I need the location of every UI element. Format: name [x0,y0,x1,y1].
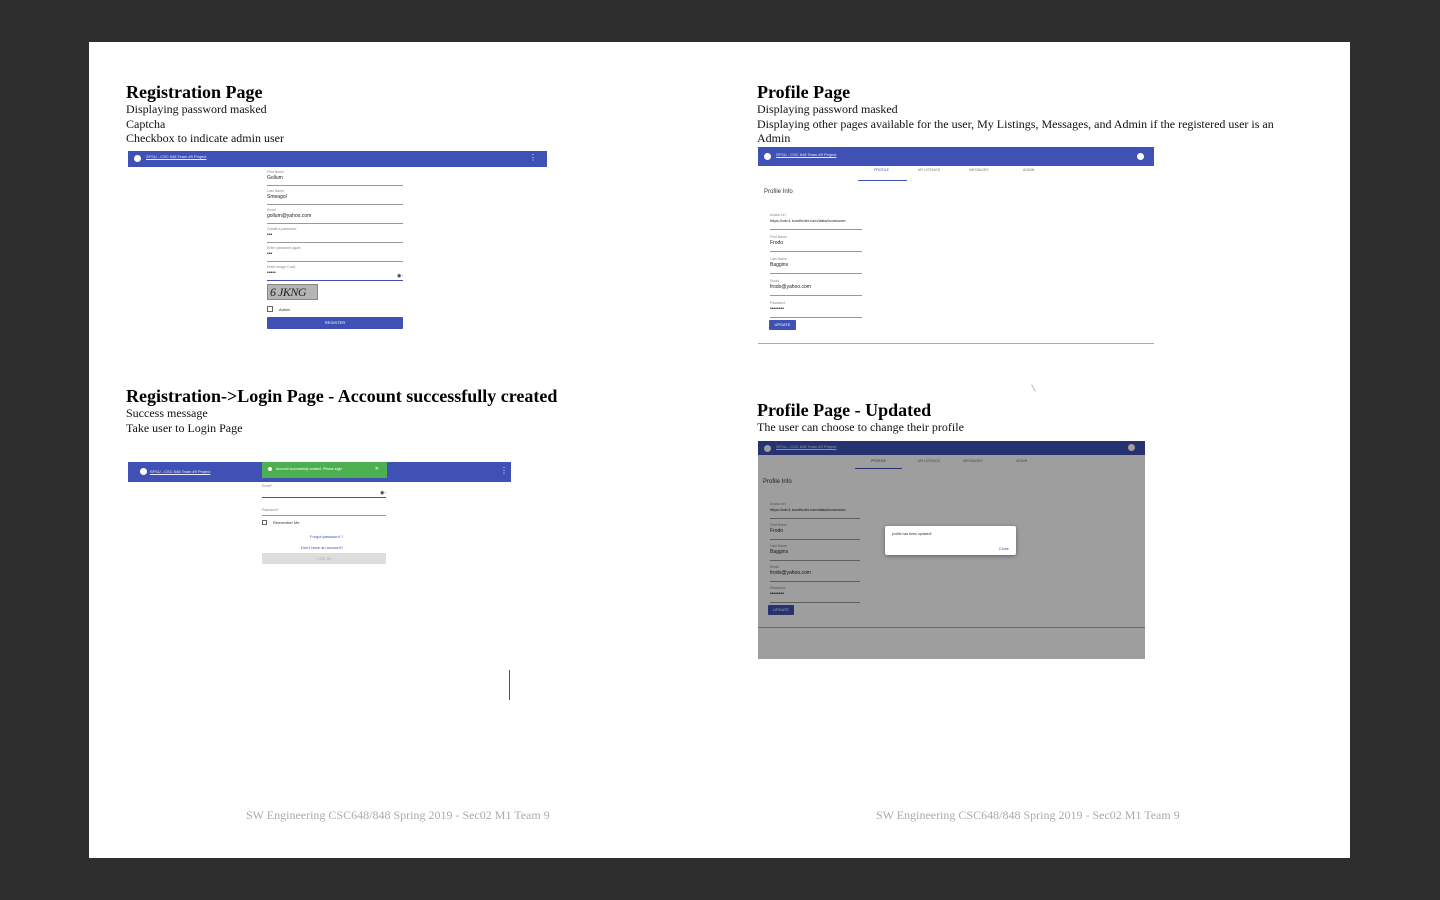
sign-up-link[interactable]: Don't have an account? [301,545,343,550]
confirm-password-field[interactable]: Enter password again ••• [267,246,403,262]
login-section: Registration->Login Page - Account succe… [126,386,557,435]
section-title: Profile Page [757,82,851,102]
profile-section: Profile Page Displaying password masked … [757,82,1317,146]
admin-label: Admin [279,307,291,312]
more-menu-icon[interactable]: ⋮ [529,153,537,163]
login-screenshot: SFSU - CSC 648 Team #9 Project ⋮ Account… [128,462,511,702]
dialog-message: profile has been updated! [892,532,932,536]
section-desc-line: The user can choose to change their prof… [757,420,964,434]
close-icon[interactable]: ✕ [375,462,379,476]
section-desc-line: Captcha [126,116,166,131]
update-button[interactable]: UPDATE [769,320,796,330]
registration-section: Registration Page Displaying password ma… [126,82,284,146]
tab-profile[interactable]: PROFILE [874,168,889,172]
image-code-field[interactable]: Enter Image Code ••••• ◉- [267,265,403,281]
app-logo-icon [134,155,141,162]
dialog-close-button[interactable]: Close [999,546,1009,551]
divider [758,343,1154,344]
scroll-edge [509,670,510,700]
app-brand[interactable]: SFSU - CSC 648 Team #9 Project [776,152,836,157]
app-brand[interactable]: SFSU - CSC 648 Team #9 Project [150,469,210,474]
app-brand[interactable]: SFSU - CSC 648 Team #9 Project [146,154,206,159]
last-name-field[interactable]: Last Name Smeagol [267,189,403,205]
app-bar: SFSU - CSC 648 Team #9 Project ⋮ [128,151,547,167]
app-logo-icon [764,153,771,160]
section-desc-line: Displaying password masked [126,102,267,116]
tab-indicator [858,180,907,181]
account-icon[interactable] [1137,153,1144,160]
success-toast: Account successfully created. Please log… [262,462,387,478]
profile-updated-screenshot: SFSU - CSC 648 Team #9 Project PROFILE M… [758,441,1145,659]
tab-admin[interactable]: ADMIN [1023,168,1034,172]
tab-my-listings[interactable]: MY LISTINGS [918,168,940,172]
profile-screenshot: SFSU - CSC 648 Team #9 Project PROFILE M… [758,147,1154,347]
password-field[interactable]: Create a password ••• [267,227,403,243]
visibility-icon[interactable]: ◉- [380,490,386,496]
email-field[interactable]: Email* ◉- [262,484,386,498]
forgot-password-link[interactable]: Forgot password ? [310,534,343,539]
update-dialog: profile has been updated! Close [885,526,1016,555]
remember-me-checkbox[interactable] [262,520,267,525]
password-field[interactable]: Password •••••••• [770,301,862,318]
section-title: Registration->Login Page - Account succe… [126,386,558,406]
document-page: Registration Page Displaying password ma… [89,42,1350,858]
app-logo-icon [140,468,147,475]
password-field[interactable]: Password* [262,508,386,516]
remember-me-label: Remember Me [273,520,300,525]
login-button[interactable]: LOG IN [262,553,386,564]
registration-screenshot: SFSU - CSC 648 Team #9 Project ⋮ First N… [128,151,547,331]
page-title: Profile Info [764,189,793,195]
section-desc-line: Admin [757,131,791,145]
section-title: Registration Page [126,82,263,102]
more-menu-icon[interactable]: ⋮ [500,466,508,476]
avatar-url-field[interactable]: Avatar Url https://cdn1.iconfinder.com/d… [770,213,862,230]
captcha-image: 6 JKNG [267,284,318,300]
section-desc-line: Take user to Login Page [126,420,243,435]
email-field[interactable]: Email frodo@yahoo.com [770,279,862,296]
section-title: Profile Page - Updated [757,400,932,420]
updated-section: Profile Page - Updated The user can choo… [757,400,964,435]
last-name-field[interactable]: Last Name Baggins [770,257,862,274]
footer-right: SW Engineering CSC648/848 Spring 2019 - … [876,808,1180,822]
toast-message: Account successfully created. Please log… [276,467,343,471]
app-bar: SFSU - CSC 648 Team #9 Project [758,147,1154,166]
first-name-field[interactable]: First Name Gollum [267,170,403,186]
email-field[interactable]: Email gollum@yahoo.com [267,208,403,224]
section-desc-line: Displaying password masked [757,102,898,116]
stray-mark [1031,384,1036,392]
visibility-icon[interactable]: ◉- [397,273,403,279]
section-desc-line: Displaying other pages available for the… [757,116,1274,131]
check-icon [268,467,272,471]
admin-checkbox[interactable] [267,306,273,312]
register-button[interactable]: REGISTER [267,317,403,329]
section-desc-line: Checkbox to indicate admin user [126,131,284,145]
section-desc-line: Success message [126,406,208,420]
first-name-field[interactable]: First Name Frodo [770,235,862,252]
tab-messages[interactable]: MESSAGES [969,168,989,172]
footer-left: SW Engineering CSC648/848 Spring 2019 - … [246,808,550,822]
